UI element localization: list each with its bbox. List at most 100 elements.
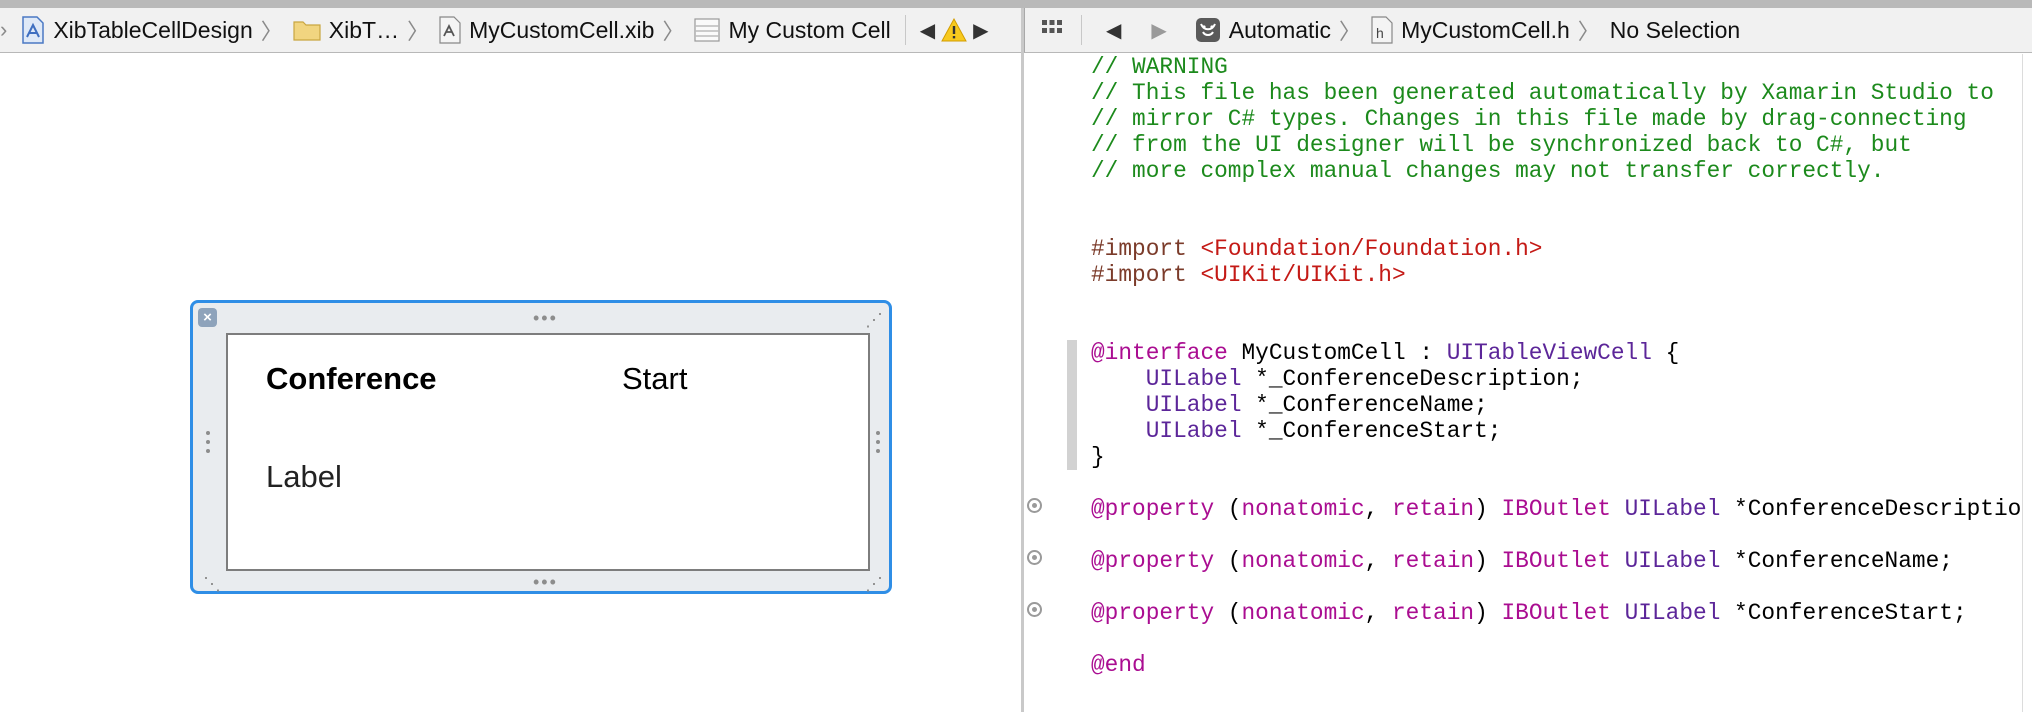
conference-start-label[interactable]: Start — [622, 361, 687, 397]
top-right-resize-handle[interactable]: ⋰ — [865, 311, 885, 329]
code-token: *ConferenceStart; — [1720, 600, 1967, 626]
code-token: retain — [1392, 600, 1475, 626]
interface-builder-canvas[interactable]: × ••• ⋰ ••• ⋱ ⋰ Conference Start Label — [0, 54, 1021, 712]
code-token: MyCustomCell : — [1227, 340, 1447, 366]
custom-cell-view[interactable]: × ••• ⋰ ••• ⋱ ⋰ Conference Start Label — [190, 300, 892, 594]
crumb-folder-label: XibT… — [328, 16, 400, 43]
source-code-editor[interactable]: // WARNING// This file has been generate… — [1091, 54, 2032, 678]
code-token: *_ConferenceStart; — [1241, 418, 1502, 444]
bottom-right-resize-handle[interactable]: ⋰ — [865, 575, 885, 593]
code-line[interactable] — [1091, 522, 2021, 548]
crumb-table-cell[interactable]: My Custom Cell — [694, 16, 891, 44]
conference-name-label[interactable]: Conference — [266, 361, 437, 397]
jumpbar-divider — [904, 15, 906, 45]
next-issue-button[interactable]: ▶ — [967, 18, 994, 43]
svg-text:h: h — [1376, 25, 1384, 41]
code-line[interactable]: UILabel *_ConferenceName; — [1091, 392, 2021, 418]
code-line[interactable] — [1091, 574, 2021, 600]
code-line[interactable]: @property (nonatomic, retain) IBOutlet U… — [1091, 548, 2021, 574]
crumb-project[interactable]: XibTableCellDesign — [21, 16, 253, 44]
bottom-resize-handle[interactable]: ••• — [533, 573, 558, 591]
jumpbar-divider — [1081, 15, 1082, 45]
code-line[interactable] — [1091, 210, 2021, 236]
code-token: UILabel — [1624, 496, 1721, 522]
code-line[interactable] — [1091, 184, 2021, 210]
code-token: , — [1364, 548, 1392, 574]
warning-icon[interactable] — [941, 18, 967, 42]
code-token: ) — [1474, 600, 1502, 626]
code-line[interactable]: UILabel *_ConferenceDescription; — [1091, 366, 2021, 392]
grid-icon — [1042, 19, 1062, 33]
related-items-arrow[interactable]: › — [0, 17, 7, 43]
code-line[interactable]: } — [1091, 444, 2021, 470]
code-line[interactable] — [1091, 626, 2021, 652]
code-line[interactable]: #import <Foundation/Foundation.h> — [1091, 236, 2021, 262]
top-resize-handle[interactable]: ••• — [533, 309, 558, 327]
code-folding-ribbon[interactable] — [1067, 340, 1077, 470]
code-line[interactable]: // This file has been generated automati… — [1091, 80, 2021, 106]
code-token: IBOutlet — [1501, 496, 1611, 522]
crumb-automatic-label: Automatic — [1228, 16, 1332, 43]
close-icon[interactable]: × — [198, 308, 217, 327]
code-token: // more complex manual changes may not t… — [1091, 158, 1885, 184]
code-line[interactable] — [1091, 288, 2021, 314]
folder-icon — [293, 21, 321, 41]
code-token: UILabel — [1624, 600, 1721, 626]
code-line[interactable]: @end — [1091, 652, 2021, 678]
go-forward-button[interactable]: ▶ — [1145, 18, 1172, 43]
code-token: IBOutlet — [1501, 548, 1611, 574]
crumb-table-cell-label: My Custom Cell — [728, 16, 891, 43]
code-token: UITableViewCell — [1446, 340, 1652, 366]
code-token: <UIKit/UIKit.h> — [1200, 262, 1406, 288]
code-line[interactable]: // WARNING — [1091, 54, 2021, 80]
code-token: ) — [1474, 496, 1502, 522]
code-token: *_ConferenceDescription; — [1241, 366, 1584, 392]
code-line[interactable]: @property (nonatomic, retain) IBOutlet U… — [1091, 496, 2032, 522]
code-token: <Foundation/Foundation.h> — [1200, 236, 1543, 262]
window-top-border — [0, 0, 2032, 8]
code-line[interactable] — [1091, 470, 2021, 496]
code-line[interactable]: // mirror C# types. Changes in this file… — [1091, 106, 2021, 132]
cell-content-view[interactable]: Conference Start Label — [226, 333, 870, 571]
code-line[interactable]: #import <UIKit/UIKit.h> — [1091, 262, 2021, 288]
left-resize-handle[interactable] — [206, 431, 210, 458]
code-token: nonatomic — [1241, 600, 1365, 626]
code-token: ( — [1214, 548, 1242, 574]
code-token: ( — [1214, 600, 1242, 626]
code-line[interactable]: UILabel *_ConferenceStart; — [1091, 418, 2021, 444]
crumb-no-selection[interactable]: No Selection — [1610, 17, 1740, 44]
outlet-connection-icon[interactable] — [1027, 550, 1042, 565]
code-token: ) — [1474, 548, 1502, 574]
outlet-connection-icon[interactable] — [1027, 602, 1042, 617]
code-token: // WARNING — [1091, 54, 1228, 80]
previous-issue-button[interactable]: ◀ — [914, 18, 941, 43]
editor-scrollbar[interactable] — [2022, 54, 2032, 712]
related-items-grid-button[interactable] — [1041, 17, 1063, 44]
project-icon — [22, 16, 45, 44]
conference-description-label[interactable]: Label — [266, 459, 342, 495]
code-line[interactable]: @property (nonatomic, retain) IBOutlet U… — [1091, 600, 2021, 626]
code-token: @interface — [1091, 340, 1228, 366]
go-back-button[interactable]: ◀ — [1100, 18, 1127, 43]
code-token: { — [1651, 340, 1680, 366]
crumb-folder[interactable]: XibT… — [293, 17, 399, 44]
bottom-left-resize-handle[interactable]: ⋱ — [203, 575, 223, 593]
crumb-xib-file[interactable]: MyCustomCell.xib — [439, 16, 654, 44]
code-token: UILabel — [1145, 418, 1242, 444]
crumb-project-label: XibTableCellDesign — [53, 16, 253, 43]
code-line[interactable] — [1091, 314, 2021, 340]
crumb-automatic[interactable]: Automatic — [1195, 17, 1331, 44]
outlet-connection-icon[interactable] — [1027, 498, 1042, 513]
code-line[interactable]: // more complex manual changes may not t… — [1091, 158, 2021, 184]
xib-file-icon — [439, 16, 461, 44]
code-token: UILabel — [1624, 548, 1721, 574]
code-token: *_ConferenceName; — [1241, 392, 1488, 418]
code-line[interactable]: @interface MyCustomCell : UITableViewCel… — [1091, 340, 2021, 366]
code-line[interactable]: // from the UI designer will be synchron… — [1091, 132, 2021, 158]
crumb-header-file[interactable]: h MyCustomCell.h — [1371, 16, 1570, 44]
right-resize-handle[interactable] — [876, 431, 880, 458]
